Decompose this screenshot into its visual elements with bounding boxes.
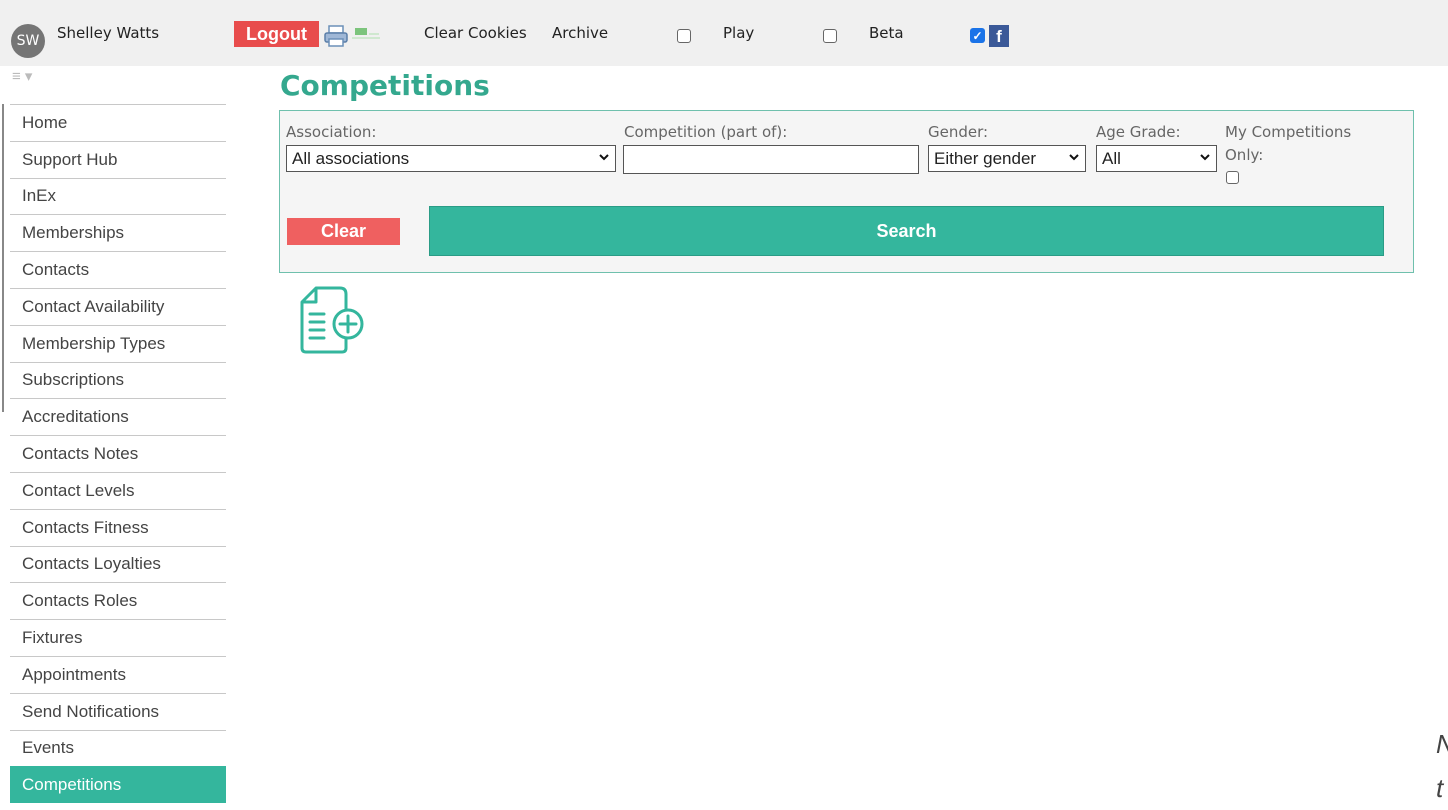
sidebar-item-contacts-notes[interactable]: Contacts Notes [10,435,226,472]
gender-value: Either gender [934,148,1037,168]
clear-cookies-link[interactable]: Clear Cookies [424,24,527,42]
sidebar-item-inex[interactable]: InEx [10,177,226,215]
beta-checkbox[interactable] [823,29,837,43]
sidebar-edge-line [2,104,4,412]
chevron-down-icon [1069,154,1079,161]
play-checkbox[interactable] [677,29,691,43]
export-excel-icon[interactable] [351,27,381,43]
sidebar-item-contact-levels[interactable]: Contact Levels [10,471,226,509]
competition-input[interactable] [623,145,919,174]
filter-panel: Association: All associations Competitio… [279,110,1414,273]
age-grade-label: Age Grade: [1096,123,1181,141]
sidebar-item-contact-availability[interactable]: Contact Availability [10,287,226,325]
age-grade-value: All [1102,148,1121,168]
sidebar-item-contacts-fitness[interactable]: Contacts Fitness [10,508,226,546]
sidebar-item-subscriptions[interactable]: Subscriptions [10,361,226,399]
cut-off-text: N t [1436,722,1448,810]
sidebar-item-appointments[interactable]: Appointments [10,655,226,693]
sidebar-item-memberships[interactable]: Memberships [10,214,226,251]
gender-select[interactable]: Either gender [928,145,1086,172]
sidebar-item-events[interactable]: Events [10,729,226,767]
sidebar: Home Support Hub InEx Memberships Contac… [10,104,226,804]
cut-off-text-line-2: t [1436,773,1444,803]
sidebar-item-support-hub[interactable]: Support Hub [10,140,226,178]
my-competitions-label-only: Only: [1225,146,1264,164]
facebook-icon: f [989,25,1009,47]
sidebar-item-contacts[interactable]: Contacts [10,251,226,288]
printer-icon[interactable] [323,25,349,47]
chevron-down-icon [599,154,609,161]
sidebar-item-competitions[interactable]: Competitions [10,766,226,804]
avatar[interactable]: SW [11,24,45,58]
my-competitions-checkbox[interactable] [1226,171,1239,184]
play-label: Play [723,24,755,42]
sidebar-item-contacts-loyalties[interactable]: Contacts Loyalties [10,545,226,583]
logout-button[interactable]: Logout [234,21,319,47]
sidebar-item-membership-types[interactable]: Membership Types [10,324,226,362]
sidebar-item-contacts-roles[interactable]: Contacts Roles [10,582,226,619]
my-competitions-label: My Competitions [1225,123,1352,141]
age-grade-select[interactable]: All [1096,145,1217,172]
association-select[interactable]: All associations [286,145,616,172]
association-label: Association: [286,123,377,141]
sidebar-item-home[interactable]: Home [10,104,226,141]
chevron-down-icon [1200,154,1210,161]
sidebar-item-send-notifications[interactable]: Send Notifications [10,692,226,730]
top-bar: SW Shelley Watts Logout Clear Cookies Ar… [0,0,1448,66]
competition-label: Competition (part of): [624,123,788,141]
sidebar-item-accreditations[interactable]: Accreditations [10,398,226,435]
facebook-checkbox[interactable]: ✓ [970,28,985,43]
archive-link[interactable]: Archive [552,24,608,42]
clear-button[interactable]: Clear [287,218,400,245]
gender-label: Gender: [928,123,989,141]
add-document-icon[interactable] [296,284,366,356]
sidebar-item-fixtures[interactable]: Fixtures [10,619,226,656]
page-title: Competitions [280,69,490,102]
beta-label: Beta [869,24,904,42]
association-value: All associations [292,148,410,168]
menu-toggle-icon[interactable]: ≡ ▾ [12,69,48,86]
search-button[interactable]: Search [429,206,1384,256]
user-name: Shelley Watts [57,24,160,42]
cut-off-text-line-1: N [1436,722,1448,766]
